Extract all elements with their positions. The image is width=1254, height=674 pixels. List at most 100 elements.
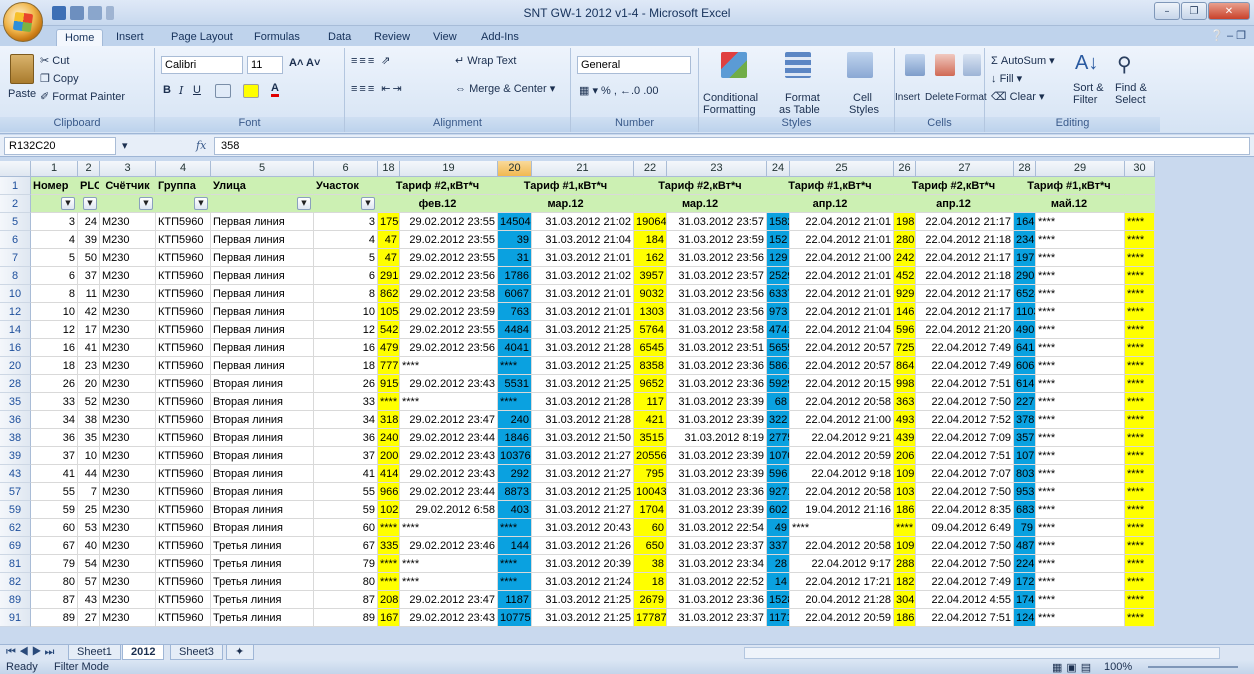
row-header[interactable]: 35 [0,393,31,411]
table-cell[interactable]: 650 [634,537,667,555]
font-color-icon[interactable]: A [271,82,279,97]
sheet-tab-sheet1[interactable]: Sheet1 [68,645,121,660]
table-cell[interactable]: Вторая линия [211,465,314,483]
table-cell[interactable]: 17787 [634,609,667,627]
table-cell[interactable]: 31.03.2012 21:01 [532,285,634,303]
table-cell[interactable]: 80 [314,573,378,591]
table-cell[interactable]: 55 [314,483,378,501]
table-cell[interactable]: 3 [314,213,378,231]
table-cell[interactable]: 49 [767,519,790,537]
table-cell[interactable]: 5531 [498,375,532,393]
table-cell[interactable]: 19831 [894,213,916,231]
table-cell[interactable]: 1528 [767,591,790,609]
table-cell[interactable]: 3515 [634,429,667,447]
table-cell[interactable]: **** [1036,339,1125,357]
table-cell[interactable]: 421 [634,411,667,429]
table-cell[interactable]: 22.04.2012 9:17 [790,555,894,573]
table-cell[interactable]: 31.03.2012 21:28 [532,339,634,357]
table-cell[interactable]: 79 [1014,519,1036,537]
table-cell[interactable]: **** [1125,321,1155,339]
table-cell[interactable]: 1704 [634,501,667,519]
table-cell[interactable]: **** [1125,411,1155,429]
row-header[interactable]: 14 [0,321,31,339]
table-cell[interactable]: 318 [378,411,400,429]
table-cell[interactable]: 795 [634,465,667,483]
table-cell[interactable]: 9271 [767,483,790,501]
table-cell[interactable]: **** [1125,609,1155,627]
table-cell[interactable]: 22.04.2012 20:58 [790,393,894,411]
borders-icon[interactable] [215,84,231,98]
table-cell[interactable]: 31.03.2012 21:25 [532,357,634,375]
table-cell[interactable]: **** [498,573,532,591]
table-cell[interactable]: 22.04.2012 7:52 [916,411,1014,429]
table-cell[interactable]: M230 [100,231,156,249]
cell-styles-icon[interactable] [847,52,873,78]
table-cell[interactable]: 33 [31,393,78,411]
copy-button[interactable]: ❐ Copy [40,72,79,85]
table-cell[interactable]: **** [1036,213,1125,231]
table-cell[interactable]: 31.03.2012 21:25 [532,375,634,393]
table-cell[interactable]: Первая линия [211,303,314,321]
table-cell[interactable]: 6337 [767,285,790,303]
cut-button[interactable]: ✂ Cut [40,54,69,67]
format-as-table-label[interactable]: Format [785,92,820,104]
table-cell[interactable]: Первая линия [211,321,314,339]
table-cell[interactable]: 31.03.2012 21:04 [532,231,634,249]
table-cell[interactable]: 227 [1014,393,1036,411]
table-cell[interactable]: 31.03.2012 20:43 [532,519,634,537]
table-cell[interactable]: **** [1125,519,1155,537]
table-cell[interactable]: 29.02.2012 23:43 [400,609,498,627]
table-cell[interactable]: **** [400,357,498,375]
table-cell[interactable]: КТП5960 [156,537,211,555]
table-cell[interactable]: 31.03.2012 23:39 [667,447,767,465]
table-cell[interactable]: 31.03.2012 21:01 [532,249,634,267]
table-cell[interactable]: M230 [100,429,156,447]
table-cell[interactable]: 22.04.2012 21:01 [790,267,894,285]
table-cell[interactable]: 31.03.2012 23:58 [667,321,767,339]
name-box-dropdown-icon[interactable]: ▾ [122,139,128,152]
tab-review[interactable]: Review [366,29,418,46]
row-header[interactable]: 1 [0,177,31,195]
table-cell[interactable]: 363 [894,393,916,411]
table-cell[interactable]: Вторая линия [211,447,314,465]
table-cell[interactable]: 24 [78,213,100,231]
table-cell[interactable]: **** [1125,303,1155,321]
conditional-formatting-icon[interactable] [721,52,747,78]
table-cell[interactable]: 40 [78,537,100,555]
table-cell[interactable]: **** [1036,267,1125,285]
table-cell[interactable]: 6147 [1014,375,1036,393]
table-cell[interactable]: 18 [31,357,78,375]
table-cell[interactable]: 3571 [1014,429,1036,447]
cell-styles-label[interactable]: Cell [853,92,872,104]
table-cell[interactable]: 31.03.2012 23:51 [667,339,767,357]
tab-add-ins[interactable]: Add-Ins [473,29,527,46]
table-cell[interactable]: КТП5960 [156,231,211,249]
row-header[interactable]: 7 [0,249,31,267]
table-cell[interactable]: 12422 [1014,609,1036,627]
table-cell[interactable]: 1091 [894,465,916,483]
table-cell[interactable]: 7259 [894,339,916,357]
table-cell[interactable]: 240 [498,411,532,429]
tab-insert[interactable]: Insert [108,29,152,46]
table-cell[interactable]: 10043 [634,483,667,501]
table-cell[interactable]: 7 [78,483,100,501]
sort-filter-icon[interactable]: A↓ [1075,52,1098,75]
table-cell[interactable]: 403 [498,501,532,519]
table-cell[interactable]: КТП5960 [156,519,211,537]
format-painter-button[interactable]: ✐ Format Painter [40,90,125,103]
column-header[interactable]: 30 [1125,161,1155,177]
view-buttons-icons[interactable]: ▦▣▤ [1052,661,1095,674]
table-cell[interactable]: 22.04.2012 9:18 [790,465,894,483]
table-cell[interactable]: **** [1036,609,1125,627]
table-cell[interactable]: M230 [100,447,156,465]
table-cell[interactable]: M230 [100,411,156,429]
table-cell[interactable]: 2089 [378,591,400,609]
table-cell[interactable]: 87 [31,591,78,609]
table-cell[interactable]: M230 [100,483,156,501]
table-cell[interactable]: **** [1125,375,1155,393]
column-header[interactable]: 24 [767,161,790,177]
table-cell[interactable]: **** [1125,555,1155,573]
table-cell[interactable]: 22.04.2012 21:17 [916,213,1014,231]
table-cell[interactable]: **** [1036,591,1125,609]
table-cell[interactable]: 378 [1014,411,1036,429]
